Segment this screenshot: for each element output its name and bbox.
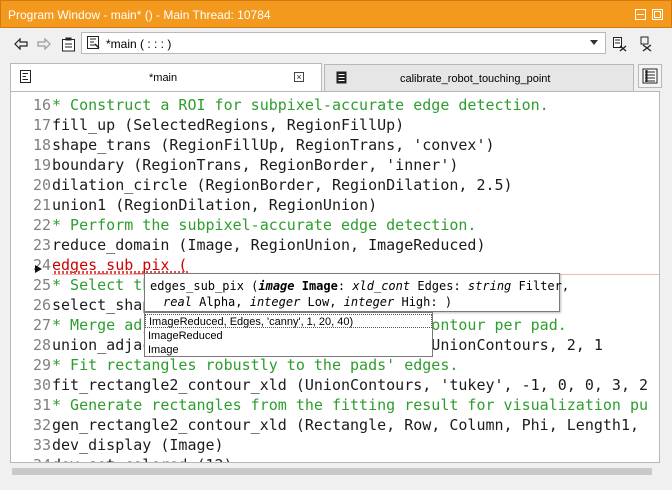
sig-param: Low (307, 295, 330, 309)
line-number: 25 (32, 276, 51, 294)
code-comment-line[interactable]: * Generate rectangles from the fitting r… (52, 395, 648, 415)
code-line[interactable]: dilation_circle (RegionBorder, RegionDil… (52, 175, 513, 195)
sig-type: xld_cont (352, 279, 411, 293)
sig-type: string (467, 279, 512, 293)
horizontal-scrollbar[interactable] (10, 463, 660, 480)
clipboard-icon[interactable] (60, 36, 76, 52)
tab-calibrate-label: calibrate_robot_touching_point (400, 73, 551, 85)
sig-operator: edges_sub_pix ( (150, 279, 259, 293)
code-line[interactable]: reduce_domain (Image, RegionUnion, Image… (52, 235, 485, 255)
document-icon (335, 70, 349, 85)
line-number: 21 (32, 196, 51, 214)
sig-param-current: Image (301, 279, 338, 293)
line-number: 34 (11, 455, 51, 462)
sig-close: ) (444, 295, 453, 309)
code-line[interactable]: dev_display (Image) (52, 435, 224, 455)
autocomplete-list[interactable]: ImageReduced, Edges, 'canny', 1, 20, 40)… (144, 312, 433, 357)
line-number: 18 (32, 136, 51, 154)
code-comment-line[interactable]: * Fit rectangles robustly to the pads' e… (52, 355, 458, 375)
sig-type: image (258, 279, 295, 293)
code-line[interactable]: gen_rectangle2_contour_xld (Rectangle, R… (52, 415, 648, 435)
procedure-icon (86, 35, 102, 51)
arrow-left-icon[interactable] (13, 36, 29, 52)
line-number: 26 (32, 296, 51, 314)
code-line[interactable]: union1 (RegionDilation, RegionUnion) (52, 195, 377, 215)
procedure-edit-icon[interactable] (639, 36, 655, 52)
line-number: 24 (32, 256, 51, 274)
autocomplete-item[interactable]: Image (148, 343, 179, 357)
tab-calibrate-robot-touching-point[interactable]: calibrate_robot_touching_point (324, 64, 634, 91)
minimize-icon[interactable] (635, 9, 646, 20)
sig-type: integer (249, 295, 301, 309)
scrollbar-thumb[interactable] (12, 468, 652, 475)
line-number: 30 (32, 376, 51, 394)
window-title: Program Window - main* () - Main Thread:… (8, 8, 271, 22)
tab-main[interactable]: *main × (10, 63, 322, 91)
line-number: 20 (32, 176, 51, 194)
sig-type: real (163, 295, 192, 309)
line-number: 16 (32, 96, 51, 114)
line-number: 32 (32, 416, 51, 434)
close-icon[interactable]: × (294, 72, 304, 82)
line-number: 19 (32, 156, 51, 174)
vertical-scrollbar[interactable] (651, 91, 660, 463)
tab-main-label: *main (149, 72, 178, 84)
code-line[interactable]: dev_set_colored (12) (52, 455, 233, 462)
code-comment-line[interactable]: * Construct a ROI for subpixel-accurate … (52, 95, 549, 115)
program-counter-icon (35, 265, 42, 273)
autocomplete-item[interactable]: ImageReduced (148, 329, 223, 343)
line-number: 33 (32, 436, 51, 454)
autocomplete-item[interactable]: ImageReduced, Edges, 'canny', 1, 20, 40) (145, 314, 432, 328)
sig-param: Edges (417, 279, 454, 293)
window-title-bar: Program Window - main* () - Main Thread:… (0, 0, 672, 28)
procedure-icon (19, 69, 33, 84)
line-number: 31 (32, 396, 51, 414)
code-line[interactable]: shape_trans (RegionFillUp, RegionTrans, … (52, 135, 495, 155)
program-tabs: *main × calibrate_robot_touching_point (0, 62, 672, 92)
signature-tooltip: edges_sub_pix (image Image: xld_cont Edg… (144, 273, 569, 312)
sig-type: integer (343, 295, 395, 309)
procedure-selector-value: *main ( : : : ) (106, 37, 172, 51)
line-number: 17 (32, 116, 51, 134)
maximize-icon[interactable] (652, 9, 663, 20)
line-number: 22 (32, 216, 51, 234)
line-number: 29 (32, 356, 51, 374)
code-line[interactable]: fill_up (SelectedRegions, RegionFillUp) (52, 115, 404, 135)
code-line[interactable]: boundary (RegionTrans, RegionBorder, 'in… (52, 155, 458, 175)
chevron-down-icon[interactable] (590, 40, 598, 45)
code-comment-line[interactable]: * Perform the subpixel-accurate edge det… (52, 215, 476, 235)
code-line[interactable]: fit_rectangle2_contour_xld (UnionContour… (52, 375, 648, 395)
sig-param: Alpha (199, 295, 236, 309)
arrow-right-icon[interactable] (36, 36, 52, 52)
line-number: 23 (32, 236, 51, 254)
procedure-library-icon[interactable] (638, 64, 662, 88)
line-number: 27 (32, 316, 51, 334)
procedure-run-icon[interactable] (612, 36, 628, 52)
sig-param: High (401, 295, 431, 309)
sig-param: Filter (518, 279, 562, 293)
line-number: 28 (32, 336, 51, 354)
procedure-selector[interactable]: *main ( : : : ) (81, 32, 606, 54)
